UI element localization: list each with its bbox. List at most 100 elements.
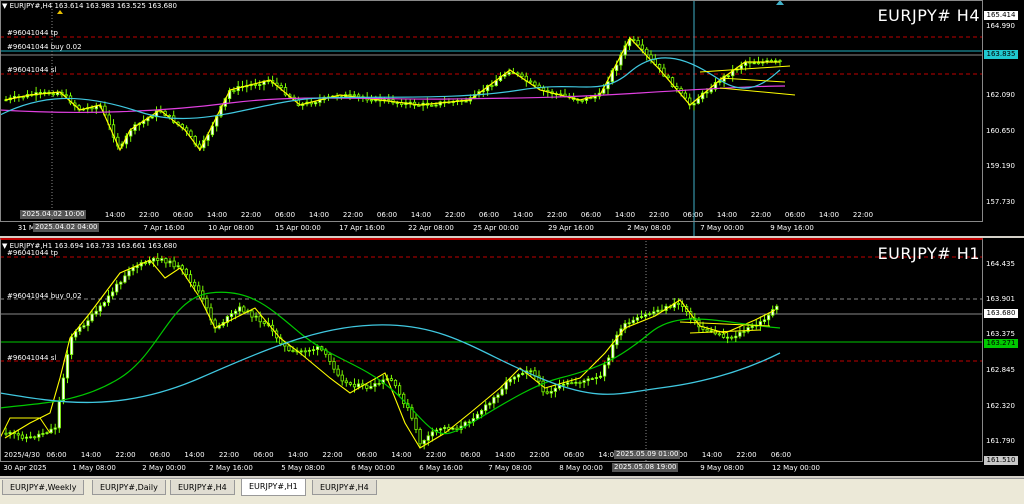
date-tick-label: 9 May 16:00 [770, 224, 814, 232]
time-tick-label: 22:00 [425, 451, 447, 459]
date-tick-label: 22 Apr 08:00 [408, 224, 454, 232]
time-tick-label: 22:00 [444, 211, 466, 219]
date-tick-label: 2 May 08:00 [627, 224, 671, 232]
date-tick-label: 7 Apr 16:00 [143, 224, 185, 232]
time-tick-label: 14:00 [410, 211, 432, 219]
h1-price-tick: 162.320 [986, 402, 1015, 410]
time-tick-label: 22:00 [648, 211, 670, 219]
date-tick-label: 5 May 08:00 [281, 464, 325, 472]
time-tick-label: 14:00 [818, 211, 840, 219]
time-tick-label: 14:00 [614, 211, 636, 219]
date-tick-label: 15 Apr 00:00 [275, 224, 321, 232]
date-tick-label: 10 Apr 08:00 [208, 224, 254, 232]
time-tick-label: 14:00 [391, 451, 412, 459]
h4-plot-frame [0, 0, 983, 222]
date-tick-label: 25 Apr 00:00 [473, 224, 519, 232]
h1-crosshair-time: 2025.05.09 01:00 [614, 450, 681, 459]
date-tick-label: 8 May 00:00 [559, 464, 603, 472]
date-tick-label: 17 Apr 16:00 [339, 224, 385, 232]
date-tick-label: 2 May 16:00 [209, 464, 253, 472]
time-tick-label: 06:00 [682, 211, 704, 219]
h4-crosshair-time: 2025.04.02 10:00 [20, 210, 87, 219]
h4-symbol-header: ▼ EURJPY#,H4 163.614 163.983 163.525 163… [2, 2, 177, 10]
chart-h4[interactable]: ▼ EURJPY#,H4 163.614 163.983 163.525 163… [0, 0, 1024, 236]
time-tick-label: 22:00 [138, 211, 160, 219]
time-tick-label: 22:00 [546, 211, 568, 219]
date-tick-label: 30 Apr 2025 [3, 464, 47, 472]
h1-price-tick: 164.435 [986, 260, 1015, 268]
h4-price-tick: 160.650 [986, 127, 1015, 135]
h1-price-green: 163.271 [984, 339, 1018, 348]
h1-price-tick: 163.375 [986, 330, 1015, 338]
tab-h4[interactable]: EURJPY#,H4 [170, 480, 235, 495]
h4-crosshair-time-2: 2025.04.02 04:00 [33, 223, 100, 232]
h4-price-tick: 162.090 [986, 91, 1015, 99]
time-tick-label: 22:00 [736, 451, 757, 459]
h4-price-tick: 159.190 [986, 162, 1015, 170]
h1-buy-label: #96041044 buy 0.02 [7, 292, 82, 300]
date-tick-label: 2 May 00:00 [142, 464, 186, 472]
time-tick-label: 22:00 [529, 451, 550, 459]
time-tick-label: 22:00 [218, 451, 240, 459]
time-tick-label: 14:00 [716, 211, 738, 219]
time-tick-label: 06:00 [274, 211, 296, 219]
h4-sl-label: #96041044 sl [7, 66, 57, 74]
time-tick-label: 14:00 [701, 451, 723, 459]
date-tick-label: 7 May 00:00 [700, 224, 744, 232]
h4-price-tick: 157.730 [986, 198, 1015, 206]
date-tick-label: 1 May 08:00 [72, 464, 116, 472]
time-tick-label: 14:00 [308, 211, 330, 219]
h4-price-top: 165.414 [984, 11, 1018, 20]
time-tick-label: 06:00 [460, 451, 481, 459]
date-tick-label: 12 May 00:00 [771, 464, 821, 472]
tab-daily[interactable]: EURJPY#,Daily [92, 480, 166, 495]
time-tick-label: 06:00 [770, 451, 792, 459]
date-tick-label: 6 May 16:00 [419, 464, 463, 472]
tab-weekly[interactable]: EURJPY#,Weekly [2, 480, 85, 495]
tab-h1[interactable]: EURJPY#,H1 [241, 479, 306, 496]
time-tick-label: 14:00 [206, 211, 228, 219]
date-tick-label: 29 Apr 16:00 [548, 224, 594, 232]
chart-tab-bar: EURJPY#,Weekly EURJPY#,Daily EURJPY#,H4 … [0, 478, 1024, 497]
h1-tp-label: #96041044 tp [7, 249, 58, 257]
h1-plot-frame [0, 238, 983, 462]
h1-price-tick: 163.901 [986, 295, 1015, 303]
date-tick-label: 9 May 08:00 [700, 464, 744, 472]
time-tick-label: 22:00 [115, 451, 136, 459]
time-tick-label: 06:00 [580, 211, 602, 219]
time-tick-label: 22:00 [240, 211, 262, 219]
h4-buy-label: #96041044 buy 0.02 [7, 43, 82, 51]
tab-h4-second[interactable]: EURJPY#,H4 [312, 480, 377, 495]
h4-chart-title: EURJPY# H4 [877, 6, 980, 25]
date-tick-label: 7 May 08:00 [488, 464, 532, 472]
h1-price-tick: 161.790 [986, 437, 1015, 445]
time-tick-label: 2025/4/30 [4, 451, 40, 459]
time-tick-label: 06:00 [253, 451, 274, 459]
time-tick-label: 14:00 [80, 451, 102, 459]
h1-sl-label: #96041044 sl [7, 354, 57, 362]
time-tick-label: 06:00 [376, 211, 398, 219]
time-tick-label: 14:00 [287, 451, 309, 459]
h4-price-current: 163.835 [984, 50, 1018, 59]
time-tick-label: 14:00 [104, 211, 126, 219]
time-tick-label: 06:00 [563, 451, 585, 459]
chart-h1[interactable]: ▼ EURJPY#,H1 163.694 163.733 163.661 163… [0, 238, 1024, 476]
time-tick-label: 06:00 [356, 451, 378, 459]
time-tick-label: 14:00 [184, 451, 205, 459]
dropdown-triangle-icon[interactable]: ▼ [2, 2, 7, 10]
time-tick-label: 22:00 [852, 211, 874, 219]
time-tick-label: 22:00 [750, 211, 772, 219]
date-tick-label: 6 May 00:00 [351, 464, 395, 472]
time-tick-label: 06:00 [149, 451, 171, 459]
status-bar [0, 496, 1024, 504]
time-tick-label: 06:00 [784, 211, 806, 219]
h4-tp-label: #96041044 tp [7, 29, 58, 37]
h1-price-tick: 162.845 [986, 366, 1015, 374]
h1-price-bottom: 161.510 [984, 456, 1018, 465]
h1-price-current: 163.680 [984, 309, 1018, 318]
time-tick-label: 06:00 [46, 451, 67, 459]
h1-crosshair-time-2: 2025.05.08 19:00 [612, 463, 679, 472]
h1-chart-title: EURJPY# H1 [877, 244, 980, 263]
time-tick-label: 14:00 [494, 451, 516, 459]
h4-price-tick: 164.990 [986, 22, 1015, 30]
